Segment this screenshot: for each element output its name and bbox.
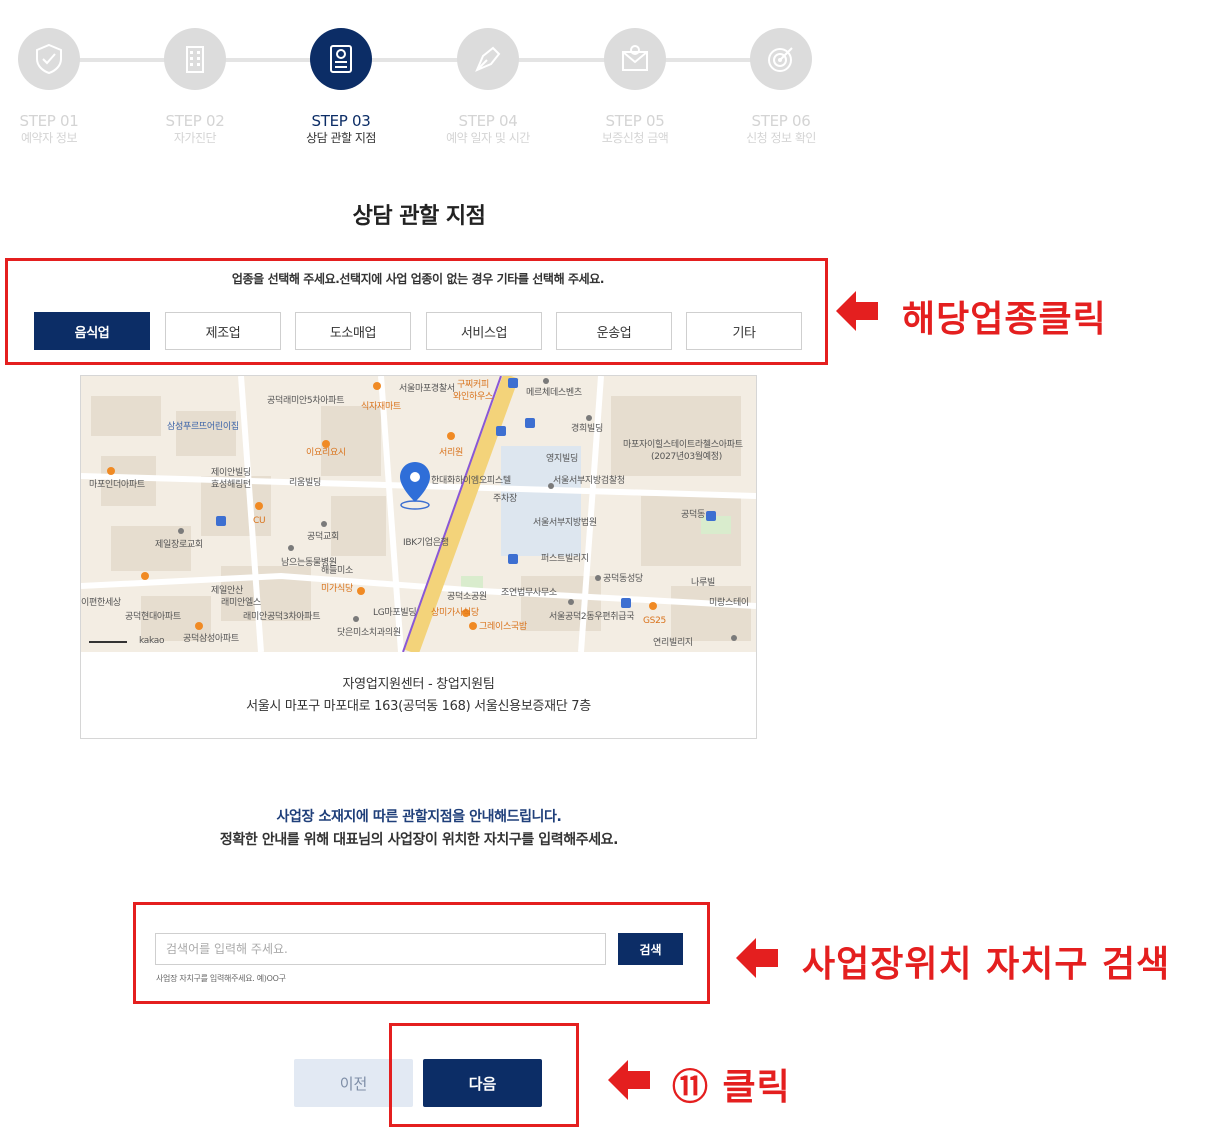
map-label: 서리원 xyxy=(439,448,463,458)
building-icon xyxy=(164,28,226,90)
annotation-next: ⑪ 클릭 xyxy=(672,1067,791,1108)
arrow-left-icon xyxy=(736,938,778,978)
branch-address: 자영업지원센터 - 창업지원팀 서울시 마포구 마포대로 163(공덕동 168… xyxy=(81,674,756,718)
map-label: GS25 xyxy=(643,616,666,626)
step-num: STEP 01 xyxy=(19,112,79,130)
map-label: 제이안빌딩 xyxy=(211,468,251,478)
map-label: 서울공덕2동우편취급국 xyxy=(549,612,635,622)
branch-street: 서울시 마포구 마포대로 163(공덕동 168) 서울신용보증재단 7층 xyxy=(246,699,591,714)
step-num: STEP 04 xyxy=(458,112,518,130)
map-label: 나루빌 xyxy=(691,578,715,588)
page-title: 상담 관할 지점 xyxy=(352,204,486,229)
map-label: 미가식당 xyxy=(321,584,353,594)
map-label: 서울서부지방검찰청 xyxy=(553,476,625,486)
map-label: 마포인더아파트 xyxy=(89,480,145,490)
shield-check-icon xyxy=(18,28,80,90)
step-name: 보증신청 금액 xyxy=(601,131,669,145)
location-pin-icon xyxy=(400,462,430,510)
map-label: 그레이스국밥 xyxy=(479,622,527,632)
step-06: STEP 06 신청 정보 확인 xyxy=(721,28,841,146)
map-label: 경희빌딩 xyxy=(571,424,603,434)
map-label: 마포자이힐스테이트라첼스아파트 xyxy=(623,440,743,450)
step-num: STEP 02 xyxy=(165,112,225,130)
map-label: 영지빌딩 xyxy=(546,454,578,464)
step-05: STEP 05 보증신청 금액 xyxy=(575,28,695,146)
industry-button-food[interactable]: 음식업 xyxy=(34,312,150,350)
step-04: STEP 04 예약 일자 및 시간 xyxy=(428,28,548,146)
map-label: 제일장로교회 xyxy=(155,540,203,550)
map-label: 공덕삼성아파트 xyxy=(183,634,239,644)
map-label: 이요리요시 xyxy=(306,448,346,458)
search-hint: 사업장 자치구를 입력해주세요. 예)OO구 xyxy=(156,974,286,983)
map-label: 연리빌리지 xyxy=(653,638,693,648)
industry-guide: 업종을 선택해 주세요.선택지에 사업 업종이 없는 경우 기타를 선택해 주세… xyxy=(231,272,605,286)
target-icon xyxy=(750,28,812,90)
annotation-industry: 해당업종클릭 xyxy=(902,299,1107,340)
map-label: 퍼스트빌리지 xyxy=(541,554,589,564)
step-num: STEP 05 xyxy=(605,112,665,130)
step-num: STEP 06 xyxy=(751,112,811,130)
mail-icon xyxy=(604,28,666,90)
map-label: 메르체데스벤츠 xyxy=(526,388,582,398)
map-label: 삼성푸르뜨어린이집 xyxy=(167,422,239,432)
step-02: STEP 02 자가진단 xyxy=(135,28,255,146)
map-label: 공덕동 xyxy=(681,510,705,520)
map-label: 해들미소 xyxy=(321,566,353,576)
map-label: 미랑스테이 xyxy=(709,598,749,608)
annotation-search: 사업장위치 자치구 검색 xyxy=(802,944,1171,985)
map-label: LG마포빌딩 xyxy=(373,608,417,618)
branch-name: 자영업지원센터 - 창업지원팀 xyxy=(342,677,495,692)
district-search-input[interactable] xyxy=(155,933,606,965)
map-label: (2027년03월예정) xyxy=(651,452,722,462)
map-label: 서울마포경찰서 xyxy=(399,384,455,394)
map-label: 와인하우스 xyxy=(453,392,493,402)
industry-button-service[interactable]: 서비스업 xyxy=(426,312,542,350)
search-button[interactable]: 검색 xyxy=(618,933,683,965)
map-label: 제일안산 xyxy=(211,586,243,596)
info-line-1: 사업장 소재지에 따른 관할지점을 안내해드립니다. xyxy=(276,809,562,825)
map-label: 리움빌딩 xyxy=(289,478,321,488)
map-label: 공덕소공원 xyxy=(447,592,487,602)
map-label: 닷은미소치과의원 xyxy=(337,628,401,638)
map-label: 공덕교회 xyxy=(307,532,339,542)
step-num: STEP 03 xyxy=(311,112,371,130)
industry-button-other[interactable]: 기타 xyxy=(686,312,802,350)
kakao-logo: kakao xyxy=(139,636,165,646)
map-label: 효성해링턴 xyxy=(211,480,251,490)
step-name: 상담 관할 지점 xyxy=(306,131,376,145)
map-label: CU xyxy=(253,516,266,526)
map-label: 주차장 xyxy=(493,494,517,504)
document-badge-icon xyxy=(310,28,372,90)
step-name: 예약자 정보 xyxy=(20,131,78,145)
industry-button-manufacturing[interactable]: 제조업 xyxy=(165,312,281,350)
map-label: 이편한세상 xyxy=(81,598,121,608)
map-view[interactable]: 서울마포경찰서 구찌커피 와인하우스 메르체데스벤츠 공덕래미안5차아파트 식자… xyxy=(81,376,756,652)
arrow-left-icon xyxy=(836,291,878,331)
map-label: 래미안엘스 xyxy=(221,598,261,608)
annotation-frame-next xyxy=(389,1023,579,1127)
map-label: 래미안공덕3차아파트 xyxy=(243,612,321,622)
map-card: 서울마포경찰서 구찌커피 와인하우스 메르체데스벤츠 공덕래미안5차아파트 식자… xyxy=(80,375,757,739)
map-label: 서울서부지방법원 xyxy=(533,518,597,528)
map-label: 한대화하이엠오피스텔 xyxy=(431,476,511,486)
pen-nib-icon xyxy=(457,28,519,90)
map-label: 식자재마트 xyxy=(361,402,401,412)
step-name: 신청 정보 확인 xyxy=(746,131,816,145)
map-label: 구찌커피 xyxy=(457,380,489,390)
industry-button-transport[interactable]: 운송업 xyxy=(556,312,672,350)
map-label: 상미가사식당 xyxy=(431,608,479,618)
map-label: 공덕래미안5차아파트 xyxy=(267,396,345,406)
map-label: 공덕동성당 xyxy=(603,574,643,584)
step-name: 예약 일자 및 시간 xyxy=(446,131,530,145)
industry-button-wholesale-retail[interactable]: 도소매업 xyxy=(295,312,411,350)
map-label: IBK기업은행 xyxy=(403,538,449,548)
map-label: 공덕현대아파트 xyxy=(125,612,181,622)
map-label: 조연법무사무소 xyxy=(501,588,557,598)
step-03: STEP 03 상담 관할 지점 xyxy=(281,28,401,146)
step-01: STEP 01 예약자 정보 xyxy=(0,28,109,146)
arrow-left-icon xyxy=(608,1060,650,1100)
info-line-2: 정확한 안내를 위해 대표님의 사업장이 위치한 자치구를 입력해주세요. xyxy=(219,832,619,848)
step-name: 자가진단 xyxy=(173,131,217,145)
